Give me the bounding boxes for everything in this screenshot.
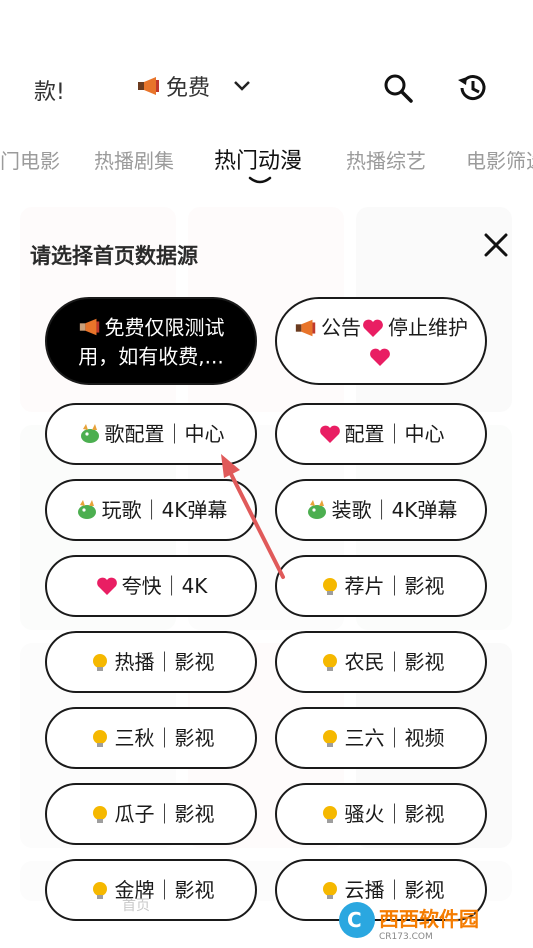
sheet-title: 请选择首页数据源 [30,244,198,268]
tab-anime[interactable]: 热门动漫 [214,143,302,175]
tab-series[interactable]: 热播剧集 [94,145,174,174]
option-label: 骚火｜影视 [344,802,445,826]
tab-movie-filter[interactable]: 电影筛选 [466,145,533,174]
site-watermark-logo: C 西西软件园 CR173.COM [339,902,479,942]
dragon-icon [77,500,96,519]
source-option-free[interactable]: 免费仅限测试用，如有收费,... [45,297,257,385]
source-option[interactable]: 骚火｜影视 [275,783,487,845]
tab-variety[interactable]: 热播综艺 [346,145,426,174]
source-selector[interactable]: 免费 [136,70,252,102]
option-label: 歌配置｜中心 [104,422,225,446]
history-icon[interactable] [454,70,490,106]
source-option[interactable]: 金牌｜影视 [45,859,257,921]
source-option-notice[interactable]: 公告 停止维护 [275,297,487,385]
marquee-text: 款! [34,80,65,105]
option-label: 三六｜视频 [344,726,445,750]
source-option[interactable]: 热播｜影视 [45,631,257,693]
option-label: 配置｜中心 [344,422,445,446]
heart-icon [369,348,390,367]
heart-icon [96,577,117,595]
source-label: 免费 [166,76,211,101]
option-label: 农民｜影视 [344,650,445,674]
bulb-icon [322,730,337,747]
data-source-sheet: 请选择首页数据源 免费仅限测试用，如有收费,... 公告 停止维护 歌配置｜中心 … [0,205,533,921]
chevron-down-icon [234,81,250,91]
source-option[interactable]: 农民｜影视 [275,631,487,693]
megaphone-icon [295,319,316,337]
option-label: 荐片｜影视 [344,574,445,598]
active-tab-indicator [248,176,272,184]
bulb-icon [322,578,337,595]
heart-icon [363,319,383,337]
source-option[interactable]: 夸快｜4K [45,555,257,617]
megaphone-icon [79,318,99,336]
top-header: 款! 免费 [0,60,533,120]
option-label: 公告 [321,315,361,340]
bulb-icon [92,730,107,747]
source-option[interactable]: 荐片｜影视 [275,555,487,617]
option-label: 瓜子｜影视 [114,802,215,826]
bulb-icon [92,654,107,671]
tab-movies[interactable]: 门电影 [0,145,60,174]
source-option[interactable]: 玩歌｜4K弹幕 [45,479,257,541]
bulb-icon [92,806,107,823]
option-label-2: 停止维护 [388,315,468,340]
option-label: 三秋｜影视 [114,726,215,750]
dragon-icon [80,424,99,443]
dragon-icon [307,500,326,519]
bottom-nav-home[interactable]: 首页 [122,895,150,915]
source-option[interactable]: 三六｜视频 [275,707,487,769]
source-option[interactable]: 瓜子｜影视 [45,783,257,845]
svg-text:西西软件园: 西西软件园 [379,907,479,931]
bulb-icon [92,882,107,899]
option-label: 装歌｜4K弹幕 [331,498,458,522]
source-option[interactable]: 装歌｜4K弹幕 [275,479,487,541]
megaphone-icon [138,77,159,95]
option-label: 热播｜影视 [114,650,215,674]
search-icon[interactable] [380,70,416,106]
svg-text:CR173.COM: CR173.COM [379,932,433,942]
bulb-icon [322,806,337,823]
option-label: 夸快｜4K [121,574,208,598]
bulb-icon [322,654,337,671]
svg-text:C: C [347,908,362,932]
option-label: 玩歌｜4K弹幕 [101,498,228,522]
heart-icon [319,425,340,443]
source-option[interactable]: 三秋｜影视 [45,707,257,769]
source-option[interactable]: 配置｜中心 [275,403,487,465]
source-option[interactable]: 歌配置｜中心 [45,403,257,465]
close-icon[interactable] [478,227,514,263]
